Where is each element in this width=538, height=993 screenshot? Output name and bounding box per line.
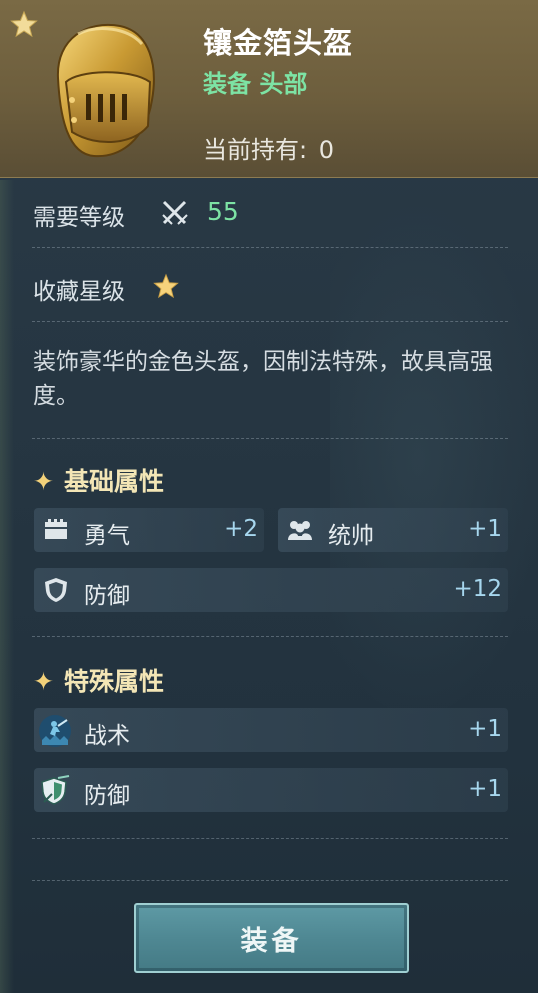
attribute-value: +12 (453, 576, 502, 602)
divider (32, 636, 508, 637)
item-type: 装备 头部 (203, 70, 308, 98)
basic-attributes-label: 基础属性 (63, 467, 164, 496)
defense-skill-icon (41, 775, 70, 805)
owned-value: 0 (318, 136, 335, 164)
divider (32, 838, 508, 839)
attribute-row: 统帅 +1 (278, 508, 508, 552)
attribute-row: 战术 +1 (34, 708, 508, 752)
attribute-name: 统帅 (328, 523, 374, 549)
attribute-value: +1 (468, 716, 502, 742)
courage-icon (45, 519, 67, 539)
command-icon (288, 521, 312, 540)
divider (32, 321, 508, 322)
collection-star-label: 收藏星级 (33, 279, 125, 305)
item-description: 装饰豪华的金色头盔，因制法特殊，故具高强度。 (33, 349, 493, 409)
equip-button-label: 装备 (240, 925, 303, 957)
owned-count: 当前持有: 0 (203, 130, 334, 165)
tactics-icon (39, 715, 71, 747)
collection-star-icon (153, 273, 179, 299)
attribute-value: +2 (224, 516, 258, 542)
attribute-value: +1 (468, 516, 502, 542)
shield-icon (45, 578, 67, 602)
item-name: 镶金箔头盔 (203, 26, 354, 60)
attribute-name: 防御 (84, 583, 130, 609)
favorite-star-icon[interactable] (10, 10, 38, 38)
attribute-row: 防御 +1 (34, 768, 508, 812)
special-attributes-title: ✦ 特殊属性 (33, 662, 164, 698)
divider (32, 880, 508, 881)
attribute-name: 勇气 (84, 523, 130, 549)
attribute-name: 防御 (84, 783, 130, 809)
attribute-name: 战术 (84, 723, 130, 749)
sparkle-icon: ✦ (33, 467, 54, 496)
divider (32, 438, 508, 439)
required-level-value: 55 (207, 197, 239, 226)
attribute-value: +1 (468, 776, 502, 802)
divider (32, 247, 508, 248)
sparkle-icon: ✦ (33, 667, 54, 696)
required-level-row: 需要等级 (33, 198, 125, 232)
equip-button[interactable]: 装备 (134, 903, 409, 973)
special-attributes-label: 特殊属性 (63, 667, 164, 696)
item-detail-panel: 镶金箔头盔 装备 头部 当前持有: 0 需要等级 55 收藏星级 装饰豪华的金色… (0, 0, 538, 993)
golden-helmet-icon (56, 23, 155, 158)
required-level-label: 需要等级 (33, 205, 125, 231)
crossed-swords-icon (162, 200, 188, 225)
basic-attributes-title: ✦ 基础属性 (33, 462, 164, 498)
owned-label: 当前持有: (203, 136, 308, 164)
item-header: 镶金箔头盔 装备 头部 当前持有: 0 (0, 0, 538, 178)
attribute-row: 防御 +12 (34, 568, 508, 612)
attribute-row: 勇气 +2 (34, 508, 264, 552)
